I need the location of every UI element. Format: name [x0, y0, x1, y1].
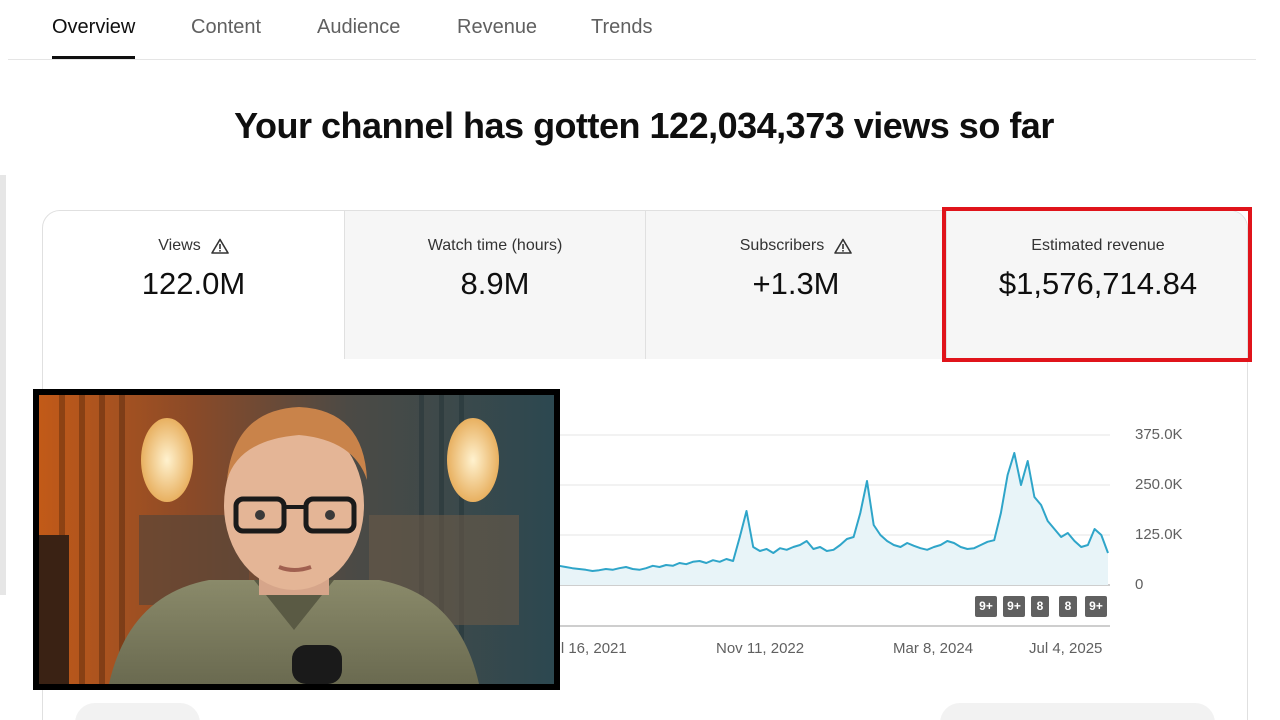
metric-label: Watch time (hours): [427, 237, 563, 254]
y-tick-label: 125.0K: [1135, 526, 1183, 543]
active-tab-indicator: [52, 56, 135, 59]
tab-revenue[interactable]: Revenue: [457, 0, 537, 60]
y-tick-label: 0: [1135, 576, 1144, 593]
bottom-right-button[interactable]: [940, 703, 1215, 720]
warning-icon: [210, 238, 229, 254]
annotation-badge[interactable]: 9+: [975, 596, 997, 617]
metric-watch-time[interactable]: Watch time (hours) 8.9M: [344, 211, 645, 359]
tab-bar: Overview Content Audience Revenue Trends: [8, 0, 1256, 60]
metric-value: 122.0M: [141, 266, 246, 301]
annotation-badge[interactable]: 9+: [1003, 596, 1025, 617]
tab-trends[interactable]: Trends: [591, 0, 653, 60]
x-tick-label: Jul 4, 2025: [1029, 640, 1103, 657]
webcam-overlay: [33, 389, 560, 690]
x-tick-label: Mar 8, 2024: [893, 640, 974, 657]
tab-audience[interactable]: Audience: [317, 0, 400, 60]
metric-value: 8.9M: [460, 266, 530, 301]
presenter-video: [39, 395, 554, 684]
revenue-highlight-box: [942, 207, 1252, 362]
annotation-badge[interactable]: 9+: [1085, 596, 1107, 617]
views-area: [472, 453, 1108, 585]
metric-views[interactable]: Views 122.0M: [43, 211, 344, 359]
metric-label: Views: [158, 237, 201, 254]
annotation-badge[interactable]: 8: [1059, 596, 1077, 617]
bottom-left-button[interactable]: [75, 703, 200, 720]
annotation-badge[interactable]: 8: [1031, 596, 1049, 617]
metric-subscribers[interactable]: Subscribers +1.3M: [645, 211, 946, 359]
warning-icon: [834, 238, 853, 254]
metric-label: Subscribers: [739, 237, 825, 254]
scroll-hint-strip: [0, 175, 6, 595]
x-tick-label: Nov 11, 2022: [716, 640, 805, 657]
y-tick-label: 375.0K: [1135, 426, 1183, 443]
metric-value: +1.3M: [752, 266, 840, 301]
tab-content[interactable]: Content: [191, 0, 261, 60]
y-tick-label: 250.0K: [1135, 476, 1183, 493]
tab-overview[interactable]: Overview: [52, 0, 135, 60]
page-headline: Your channel has gotten 122,034,373 view…: [234, 105, 1054, 146]
presenter-image: [39, 395, 554, 684]
